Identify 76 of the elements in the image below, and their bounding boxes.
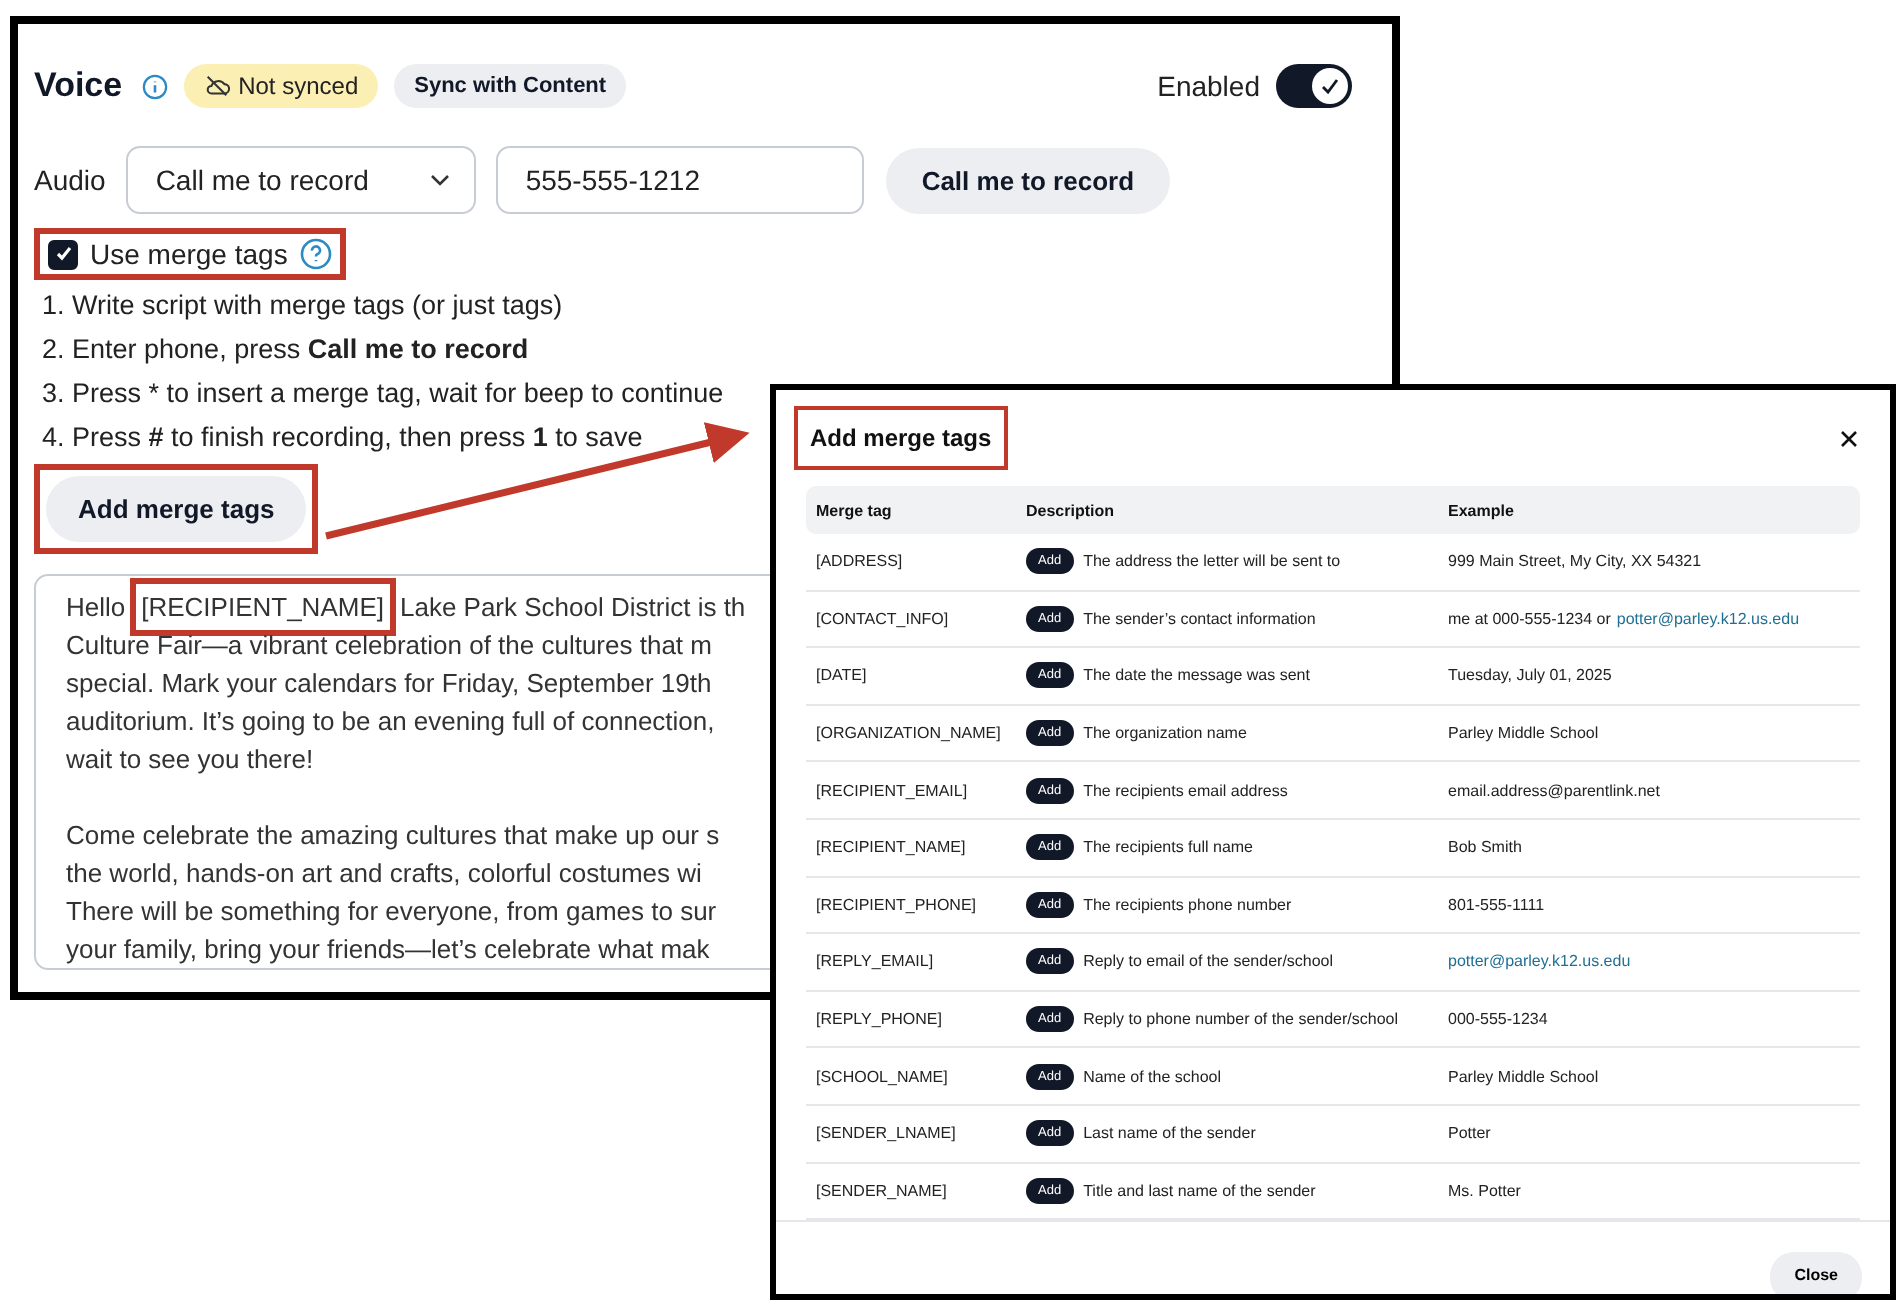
merge-tag-text: [RECIPIENT_NAME] — [141, 590, 384, 626]
instruction-text: 3. Press * to insert a merge tag, wait for beep to continue — [42, 376, 724, 412]
example-cell: 999 Main Street, My City, XX 54321 — [1448, 552, 1702, 571]
script-line: Culture Fair—a vibrant celebration of the cultures that m — [66, 628, 712, 664]
example-cell: 000-555-1234 — [1448, 1010, 1548, 1029]
sync-status-badge: Not synced — [184, 64, 379, 108]
column-header: Description — [1026, 501, 1117, 519]
script-line: There will be something for everyone, from games to sur — [66, 894, 717, 930]
merge-tag-cell-text: [REPLY_EMAIL] — [816, 952, 936, 971]
script-text: Lake Park School District is th — [399, 590, 746, 626]
description-cell: The recipients phone number — [1083, 895, 1292, 914]
merge-tag-cell-text: [SENDER_LNAME] — [816, 1124, 958, 1143]
chevron-down-icon — [429, 174, 450, 186]
example-cell: 801-555-1111 — [1448, 895, 1545, 914]
merge-tag-cell-text: [SCHOOL_NAME] — [816, 1067, 950, 1086]
merge-tag-cell-text: [REPLY_PHONE] — [816, 1010, 944, 1029]
check-icon — [53, 244, 73, 264]
merge-tag-cell-text: [ADDRESS] — [816, 552, 905, 571]
description-cell: The recipients full name — [1083, 838, 1254, 857]
description-cell: Last name of the sender — [1083, 1124, 1256, 1143]
description-cell: Reply to phone number of the sender/school — [1083, 1010, 1399, 1029]
description-cell: Reply to email of the sender/school — [1083, 952, 1334, 971]
script-line: special. Mark your calendars for Friday, September 19th — [66, 666, 712, 702]
description-cell: The sender’s contact information — [1083, 609, 1316, 628]
description-cell: The address the letter will be sent to — [1083, 552, 1341, 571]
example-cell: Bob Smith — [1448, 838, 1522, 857]
description-cell: Name of the school — [1083, 1067, 1222, 1086]
column-header: Example — [1448, 501, 1516, 519]
script-line: auditorium. It’s going to be an evening full of connection, — [66, 704, 715, 740]
panel-title: Voice — [34, 66, 123, 106]
example-cell: me at 000-555-1234 or — [1448, 609, 1611, 628]
enabled-label: Enabled — [1157, 70, 1260, 102]
script-line: your family, bring your friends—let’s celebrate what mak — [66, 932, 710, 968]
example-cell: Tuesday, July 01, 2025 — [1448, 666, 1612, 685]
merge-tags-label: Use merge tags — [90, 238, 288, 270]
instruction-text: 1. Write script with merge tags (or just tags) — [42, 288, 563, 324]
email-link[interactable]: potter@parley.k12.us.edu — [1448, 952, 1631, 971]
cloud-off-icon — [204, 74, 231, 98]
example-cell: email.address@parentlink.net — [1448, 781, 1660, 800]
enabled-toggle[interactable] — [1276, 64, 1352, 108]
example-cell: Ms. Potter — [1448, 1181, 1521, 1200]
audio-label: Audio — [34, 164, 106, 196]
description-cell: The organization name — [1083, 724, 1247, 743]
merge-tags-checkbox[interactable] — [48, 239, 78, 269]
merge-tag-cell-text: [RECIPIENT_EMAIL] — [816, 781, 970, 800]
merge-tag-cell-text: [CONTACT_INFO] — [816, 609, 951, 628]
example-cell: Potter — [1448, 1124, 1491, 1143]
close-icon[interactable] — [1840, 429, 1858, 447]
merge-tag-cell-text: [DATE] — [816, 666, 869, 685]
merge-tag-cell-text: [SENDER_NAME] — [816, 1181, 949, 1200]
check-icon — [1318, 74, 1342, 98]
dialog-title: Add merge tags — [810, 424, 992, 452]
script-line: the world, hands-on art and crafts, colorful costumes wi — [66, 856, 702, 892]
script-line: wait to see you there! — [66, 742, 314, 778]
sync-with-content-button[interactable]: Sync with Content — [394, 64, 627, 108]
close-button[interactable]: Close — [1770, 1252, 1862, 1294]
description-cell: The date the message was sent — [1083, 666, 1310, 685]
description-cell: Title and last name of the sender — [1083, 1181, 1316, 1200]
add-merge-tags-button[interactable]: Add merge tags — [46, 476, 307, 542]
info-icon[interactable] — [142, 73, 169, 99]
instruction-text: 2. Enter phone, press Call me to record — [42, 332, 529, 368]
merge-tag-cell-text: [RECIPIENT_NAME] — [816, 838, 968, 857]
audio-select[interactable]: Call me to record — [125, 146, 476, 214]
help-icon[interactable] — [299, 238, 332, 270]
instruction-text: 4. Press # to finish recording, then press 1 to save — [42, 420, 643, 456]
email-link[interactable]: potter@parley.k12.us.edu — [1616, 609, 1800, 628]
call-me-to-record-button[interactable]: Call me to record — [885, 147, 1171, 213]
example-cell: Parley Middle School — [1448, 724, 1599, 743]
script-text: Hello — [66, 590, 126, 626]
merge-tag-cell-text: [ORGANIZATION_NAME] — [816, 724, 1003, 743]
script-line: Come celebrate the amazing cultures that make up our s — [66, 818, 720, 854]
column-header: Merge tag — [816, 501, 894, 519]
merge-tag-cell-text: [RECIPIENT_PHONE] — [816, 895, 979, 914]
example-cell: Parley Middle School — [1448, 1067, 1599, 1086]
description-cell: The recipients email address — [1083, 781, 1288, 800]
phone-field[interactable]: 555-555-1212 — [495, 146, 864, 214]
